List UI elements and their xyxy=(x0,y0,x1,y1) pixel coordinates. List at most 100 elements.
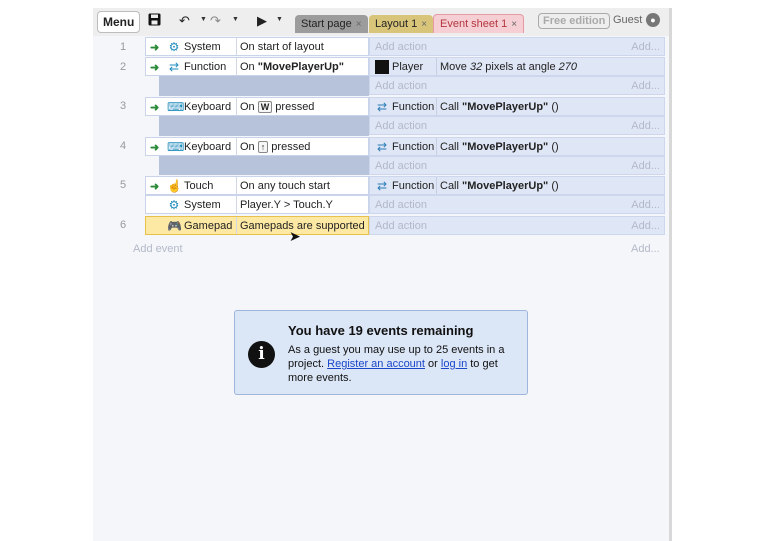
toolbar: Menu ↶ ▼ ↷ ▼ ▶ ▼ Start page × Layout 1 × E… xyxy=(93,8,669,36)
condition-object: Keyboard xyxy=(184,101,232,113)
undo-dropdown-icon[interactable]: ▼ xyxy=(200,16,207,23)
condition-text: On "MovePlayerUp" xyxy=(240,61,344,73)
add-link[interactable]: Add... xyxy=(631,120,660,132)
add-event-link[interactable]: Add event xyxy=(133,243,183,255)
action-object: Function xyxy=(392,141,435,153)
event-number: 4 xyxy=(119,140,127,152)
add-action-link[interactable]: Add action xyxy=(375,120,427,132)
add-link[interactable]: Add... xyxy=(631,80,660,92)
condition-selected[interactable]: 🎮 Gamepad Gamepads are supported xyxy=(145,216,369,235)
condition[interactable]: ➜ ⚙ System On start of layout xyxy=(145,37,369,56)
add-link[interactable]: Add... xyxy=(631,41,660,53)
condition-text: On W pressed xyxy=(240,101,315,113)
key-w-badge: W xyxy=(257,101,273,113)
close-icon[interactable]: × xyxy=(356,19,362,30)
add-action-row[interactable]: Add action Add... xyxy=(369,195,665,214)
add-action-link[interactable]: Add action xyxy=(375,160,427,172)
condition-text: On ↑ pressed xyxy=(240,141,311,153)
add-action-row[interactable]: Add action Add... xyxy=(369,37,665,56)
trigger-arrow-icon: ➜ xyxy=(150,142,160,154)
condition-text: Gamepads are supported xyxy=(240,220,365,232)
add-action-row[interactable]: Add action Add... xyxy=(369,156,665,175)
event-number: 1 xyxy=(119,41,127,53)
action-object: Player xyxy=(392,61,424,73)
undo-icon[interactable]: ↶ xyxy=(179,13,190,29)
user-label[interactable]: Guest xyxy=(613,14,642,26)
close-icon[interactable]: × xyxy=(421,19,427,30)
login-link[interactable]: log in xyxy=(441,358,467,370)
info-icon: i xyxy=(248,341,275,368)
add-action-link[interactable]: Add action xyxy=(375,80,427,92)
event-number: 3 xyxy=(119,100,127,112)
condition[interactable]: ➜ ⌨ Keyboard On W pressed xyxy=(145,97,369,116)
edition-badge[interactable]: Free edition xyxy=(538,13,611,29)
trigger-arrow-icon: ➜ xyxy=(150,42,160,54)
tab-label: Layout 1 xyxy=(375,18,418,30)
tab-label: Event sheet 1 xyxy=(440,18,508,30)
gear-icon: ⚙ xyxy=(168,198,180,212)
play-dropdown-icon[interactable]: ▼ xyxy=(276,16,283,23)
player-sprite-icon xyxy=(375,60,389,74)
trigger-arrow-icon: ➜ xyxy=(150,102,160,114)
redo-icon[interactable]: ↷ xyxy=(210,13,221,29)
menu-button[interactable]: Menu xyxy=(97,11,141,33)
action[interactable]: ⇄ Function Call "MovePlayerUp" () xyxy=(369,176,665,195)
condition-object: System xyxy=(184,41,221,53)
condition[interactable]: ➜ ⌨ Keyboard On ↑ pressed xyxy=(145,137,369,156)
register-link[interactable]: Register an account xyxy=(327,358,425,370)
trigger-arrow-icon: ➜ xyxy=(150,181,160,193)
function-icon: ⇄ xyxy=(376,179,388,193)
condition-text: On start of layout xyxy=(240,41,324,53)
gamepad-icon: 🎮 xyxy=(167,219,182,233)
condition-text: On any touch start xyxy=(240,180,330,192)
add-action-row[interactable]: Add action Add... xyxy=(369,116,665,135)
add-link[interactable]: Add... xyxy=(631,160,660,172)
add-action-row[interactable]: Add action Add... xyxy=(369,216,665,235)
condition[interactable]: ➜ ☝ Touch On any touch start xyxy=(145,176,369,195)
close-icon[interactable]: × xyxy=(511,19,517,30)
event-number: 2 xyxy=(119,61,127,73)
condition-text: Player.Y > Touch.Y xyxy=(240,199,333,211)
condition-object: Function xyxy=(184,61,227,73)
keyboard-icon: ⌨ xyxy=(167,140,185,154)
add-action-link[interactable]: Add action xyxy=(375,41,427,53)
action-text: Call "MovePlayerUp" () xyxy=(440,180,559,192)
condition-object: Touch xyxy=(184,180,214,192)
add-action-link[interactable]: Add action xyxy=(375,199,427,211)
event-number: 6 xyxy=(119,219,127,231)
action-text: Call "MovePlayerUp" () xyxy=(440,101,559,113)
tab-event-sheet-1[interactable]: Event sheet 1 × xyxy=(433,14,525,33)
condition-object: Keyboard xyxy=(184,141,232,153)
action-object: Function xyxy=(392,180,435,192)
condition-object: System xyxy=(184,199,221,211)
action[interactable]: Player Move 32 pixels at angle 270 xyxy=(369,57,665,76)
mouse-cursor-icon: ➤ xyxy=(289,228,301,244)
action[interactable]: ⇄ Function Call "MovePlayerUp" () xyxy=(369,137,665,156)
function-icon: ⇄ xyxy=(376,140,388,154)
redo-dropdown-icon[interactable]: ▼ xyxy=(232,16,239,23)
condition[interactable]: ⚙ System Player.Y > Touch.Y xyxy=(145,195,369,214)
add-link[interactable]: Add... xyxy=(631,199,660,211)
save-icon[interactable] xyxy=(148,13,161,30)
keyboard-icon: ⌨ xyxy=(167,100,185,114)
tab-label: Start page xyxy=(301,18,352,30)
add-action-link[interactable]: Add action xyxy=(375,220,427,232)
notice-body: As a guest you may use up to 25 events i… xyxy=(288,344,505,384)
tab-start-page[interactable]: Start page × xyxy=(295,15,368,33)
add-link[interactable]: Add... xyxy=(631,243,660,255)
play-icon[interactable]: ▶ xyxy=(257,13,267,29)
function-icon: ⇄ xyxy=(376,100,388,114)
function-icon: ⇄ xyxy=(168,60,180,74)
key-up-arrow-badge: ↑ xyxy=(257,141,269,153)
action[interactable]: ⇄ Function Call "MovePlayerUp" () xyxy=(369,97,665,116)
user-icon[interactable]: ● xyxy=(646,13,660,27)
gear-icon: ⚙ xyxy=(168,40,180,54)
condition[interactable]: ➜ ⇄ Function On "MovePlayerUp" xyxy=(145,57,369,76)
event-sheet-editor: Menu ↶ ▼ ↷ ▼ ▶ ▼ Start page × Layout 1 × E… xyxy=(93,8,669,541)
add-link[interactable]: Add... xyxy=(631,220,660,232)
tab-layout-1[interactable]: Layout 1 × xyxy=(369,15,434,33)
action-text: Move 32 pixels at angle 270 xyxy=(440,61,578,73)
add-action-row[interactable]: Add action Add... xyxy=(369,76,665,95)
touch-icon: ☝ xyxy=(167,179,182,193)
event-number: 5 xyxy=(119,179,127,191)
